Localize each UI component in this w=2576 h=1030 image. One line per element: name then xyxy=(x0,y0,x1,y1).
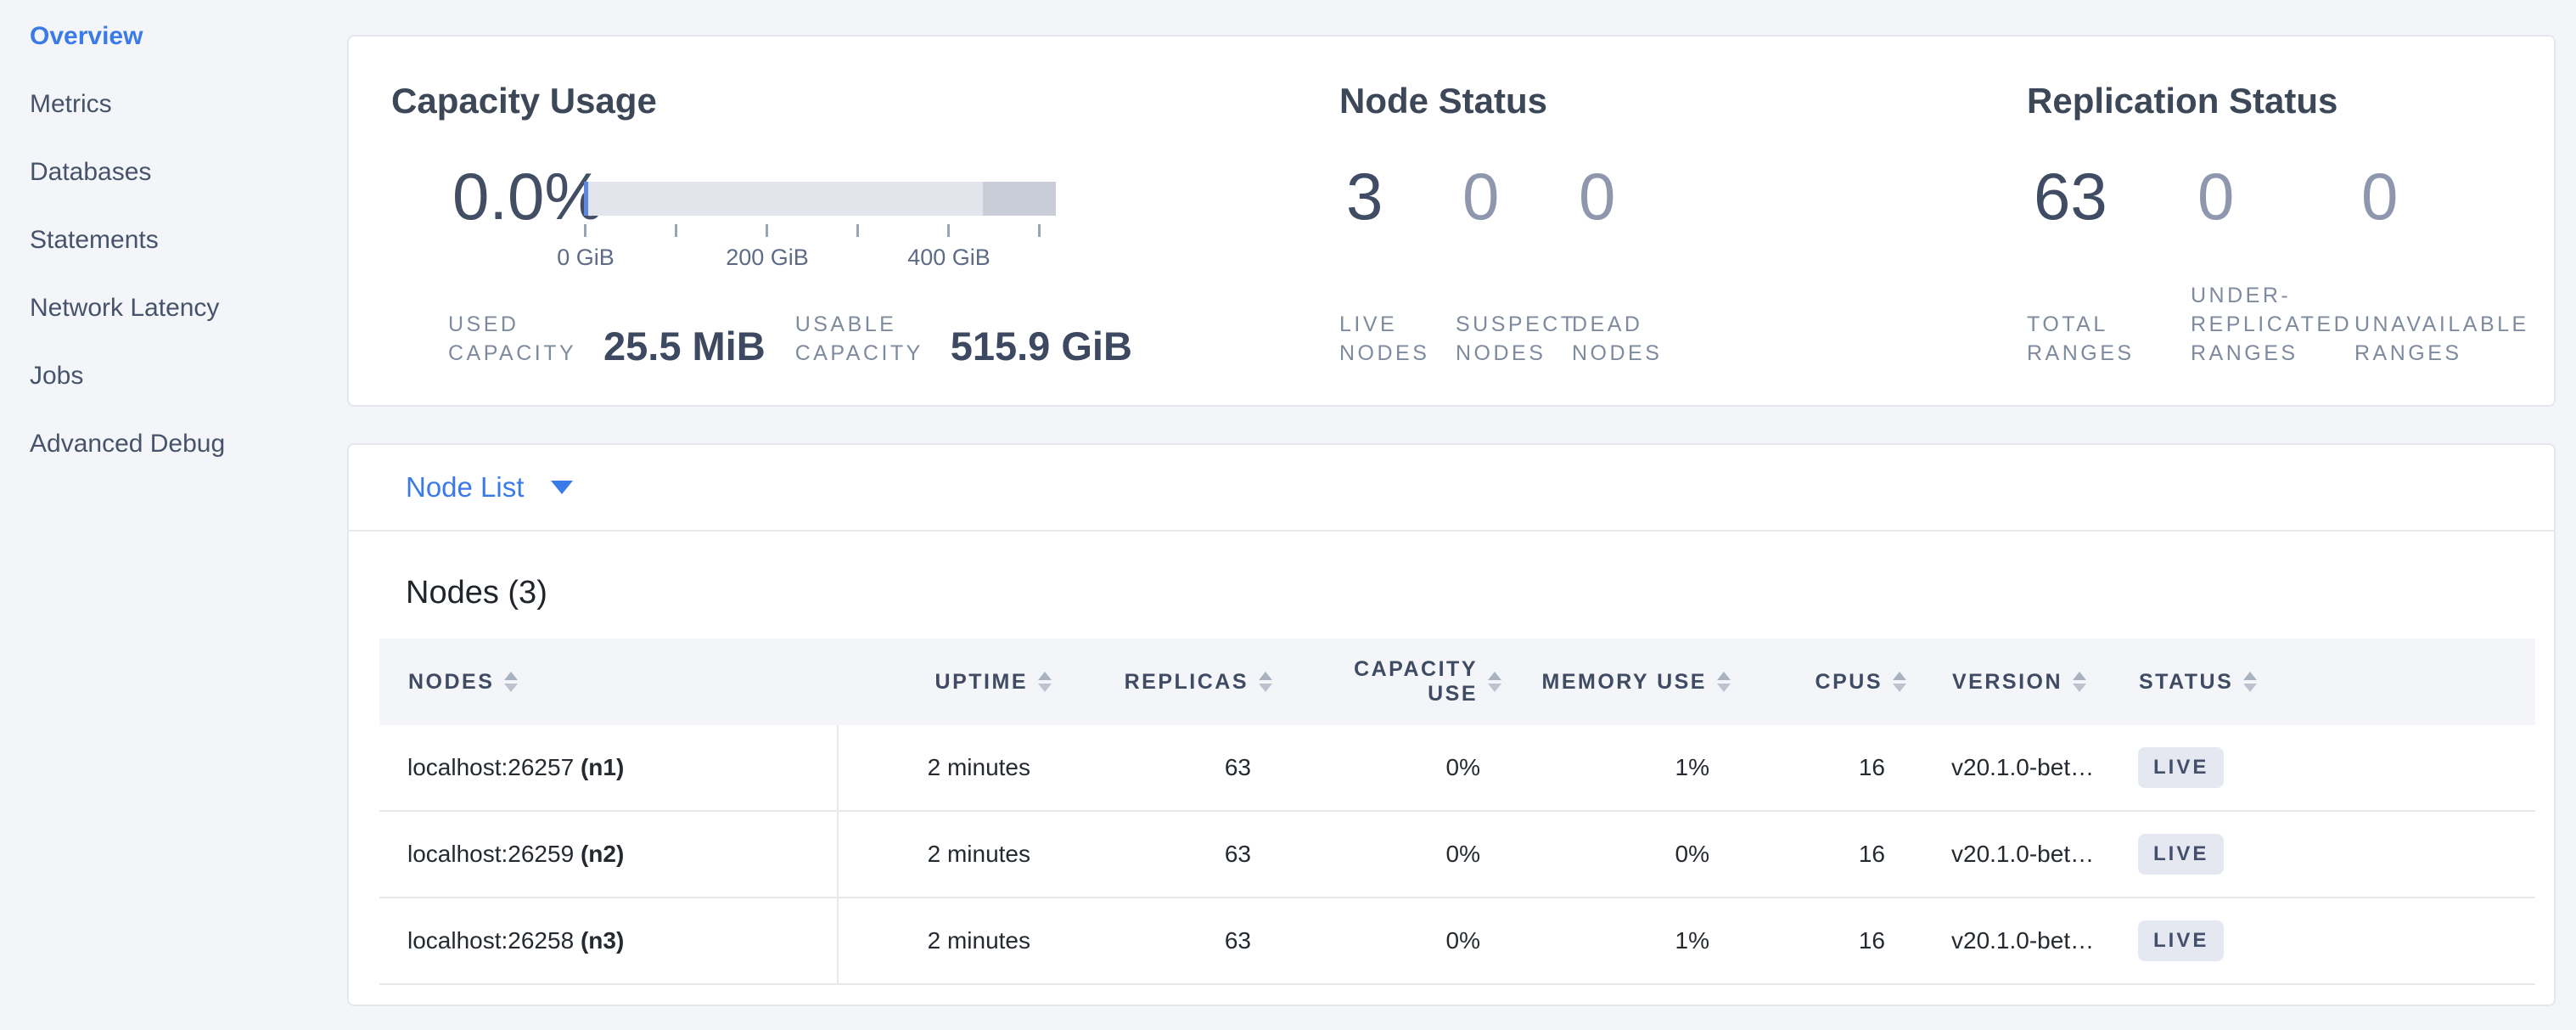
total-ranges-value: 63 xyxy=(2027,163,2191,229)
memory-use-cell: 1% xyxy=(1508,725,1737,811)
sidebar-item-jobs[interactable]: Jobs xyxy=(30,342,335,410)
replicas-cell: 63 xyxy=(1058,811,1279,898)
unavailable-ranges-label: UNAVAILABLE RANGES xyxy=(2354,310,2518,368)
axis-label-0: 0 GiB xyxy=(557,245,615,270)
node-list-card-header: Node List xyxy=(349,445,2554,532)
capacity-bar-reserved-segment xyxy=(983,182,1056,216)
node-list-dropdown[interactable]: Node List xyxy=(406,471,573,504)
node-address-cell: localhost:26259 (n2) xyxy=(379,811,838,898)
sort-icon xyxy=(2073,672,2086,692)
sidebar-item-network-latency[interactable]: Network Latency xyxy=(30,274,335,342)
sort-icon xyxy=(1893,672,1906,692)
caret-down-icon xyxy=(551,481,573,494)
sidebar-item-databases[interactable]: Databases xyxy=(30,138,335,206)
dead-nodes-label: DEAD NODES xyxy=(1572,310,1688,368)
column-header-replicas[interactable]: REPLICAS xyxy=(1058,639,1279,725)
under-replicated-ranges-label: UNDER-REPLICATED RANGES xyxy=(2191,281,2354,368)
status-cell: LIVE xyxy=(2136,725,2535,811)
node-address-cell: localhost:26258 (n3) xyxy=(379,898,838,984)
live-nodes-label: LIVE NODES xyxy=(1339,310,1456,368)
live-status-badge: LIVE xyxy=(2138,747,2224,788)
status-cell: LIVE xyxy=(2136,811,2535,898)
capacity-bar-chart: 0 GiB 200 GiB 400 GiB xyxy=(584,182,1059,216)
version-cell: v20.1.0-bet… xyxy=(1913,898,2136,984)
suspect-nodes-label: SUSPECT NODES xyxy=(1456,310,1572,368)
replication-status-section: Replication Status 63 0 0 TOTAL RANGES U… xyxy=(2027,37,2557,405)
version-cell: v20.1.0-bet… xyxy=(1913,811,2136,898)
uptime-cell: 2 minutes xyxy=(838,811,1058,898)
cpus-cell: 16 xyxy=(1737,811,1913,898)
node-row-n1[interactable]: localhost:26257 (n1) 2 minutes 63 0% 1% … xyxy=(379,725,2535,811)
cpus-cell: 16 xyxy=(1737,898,1913,984)
column-header-version[interactable]: VERSION xyxy=(1913,639,2136,725)
capacity-bar xyxy=(584,182,1056,216)
node-row-n2[interactable]: localhost:26259 (n2) 2 minutes 63 0% 0% … xyxy=(379,811,2535,898)
column-header-capacity-use[interactable]: CAPACITY USE xyxy=(1279,639,1508,725)
uptime-cell: 2 minutes xyxy=(838,898,1058,984)
column-header-nodes[interactable]: NODES xyxy=(379,639,838,725)
cluster-summary-card: Capacity Usage 0.0% 0 GiB 200 GiB 400 Gi… xyxy=(347,35,2556,407)
sort-icon xyxy=(1259,672,1272,692)
capacity-stats: USED CAPACITY 25.5 MiB USABLE CAPACITY 5… xyxy=(448,281,1132,368)
memory-use-cell: 1% xyxy=(1508,898,1737,984)
sidebar-item-metrics[interactable]: Metrics xyxy=(30,70,335,138)
sort-icon xyxy=(2243,672,2257,692)
capacity-use-cell: 0% xyxy=(1279,898,1508,984)
axis-label-400: 400 GiB xyxy=(907,245,991,270)
used-capacity-value: 25.5 MiB xyxy=(603,325,766,368)
node-list-card: Node List Nodes (3) NODES UPTIME REPLICA… xyxy=(347,443,2556,1006)
cpus-cell: 16 xyxy=(1737,725,1913,811)
used-capacity-label: USED CAPACITY xyxy=(448,310,588,368)
usable-capacity-value: 515.9 GiB xyxy=(951,325,1132,368)
unavailable-ranges-value: 0 xyxy=(2354,163,2518,229)
sort-icon xyxy=(1717,672,1731,692)
status-cell: LIVE xyxy=(2136,898,2535,984)
sidebar: Overview Metrics Databases Statements Ne… xyxy=(30,3,335,478)
replication-status-title: Replication Status xyxy=(2027,79,2337,123)
column-header-memory-use[interactable]: MEMORY USE xyxy=(1508,639,1737,725)
column-header-status[interactable]: STATUS xyxy=(2136,639,2535,725)
node-row-n3[interactable]: localhost:26258 (n3) 2 minutes 63 0% 1% … xyxy=(379,898,2535,984)
capacity-usage-section: Capacity Usage 0.0% 0 GiB 200 GiB 400 Gi… xyxy=(391,37,1325,405)
dead-nodes-value: 0 xyxy=(1572,163,1688,229)
sort-icon xyxy=(504,672,518,692)
sidebar-item-advanced-debug[interactable]: Advanced Debug xyxy=(30,410,335,478)
total-ranges-label: TOTAL RANGES xyxy=(2027,310,2191,368)
sort-icon xyxy=(1488,672,1501,692)
column-header-cpus[interactable]: CPUS xyxy=(1737,639,1913,725)
node-address-cell: localhost:26257 (n1) xyxy=(379,725,838,811)
nodes-table-header-row: NODES UPTIME REPLICAS CAPACITY USE MEMOR… xyxy=(379,639,2535,725)
sidebar-item-overview[interactable]: Overview xyxy=(30,3,335,70)
capacity-usage-title: Capacity Usage xyxy=(391,79,657,123)
live-nodes-value: 3 xyxy=(1339,163,1456,229)
uptime-cell: 2 minutes xyxy=(838,725,1058,811)
node-status-title: Node Status xyxy=(1339,79,1547,123)
capacity-percent: 0.0% xyxy=(452,163,603,229)
capacity-bar-used-segment xyxy=(584,182,588,216)
nodes-table: NODES UPTIME REPLICAS CAPACITY USE MEMOR… xyxy=(379,639,2535,985)
replicas-cell: 63 xyxy=(1058,898,1279,984)
axis-label-200: 200 GiB xyxy=(726,245,809,270)
capacity-axis-ticks xyxy=(584,224,1041,237)
sidebar-item-statements[interactable]: Statements xyxy=(30,206,335,274)
live-status-badge: LIVE xyxy=(2138,834,2224,875)
capacity-use-cell: 0% xyxy=(1279,725,1508,811)
column-header-uptime[interactable]: UPTIME xyxy=(838,639,1058,725)
under-replicated-ranges-value: 0 xyxy=(2191,163,2354,229)
version-cell: v20.1.0-bet… xyxy=(1913,725,2136,811)
nodes-heading: Nodes (3) xyxy=(406,572,547,613)
usable-capacity-label: USABLE CAPACITY xyxy=(795,310,935,368)
sort-icon xyxy=(1038,672,1052,692)
replicas-cell: 63 xyxy=(1058,725,1279,811)
capacity-use-cell: 0% xyxy=(1279,811,1508,898)
memory-use-cell: 0% xyxy=(1508,811,1737,898)
live-status-badge: LIVE xyxy=(2138,920,2224,961)
suspect-nodes-value: 0 xyxy=(1456,163,1572,229)
node-status-section: Node Status 3 0 0 LIVE NODES SUSPECT NOD… xyxy=(1339,37,2018,405)
